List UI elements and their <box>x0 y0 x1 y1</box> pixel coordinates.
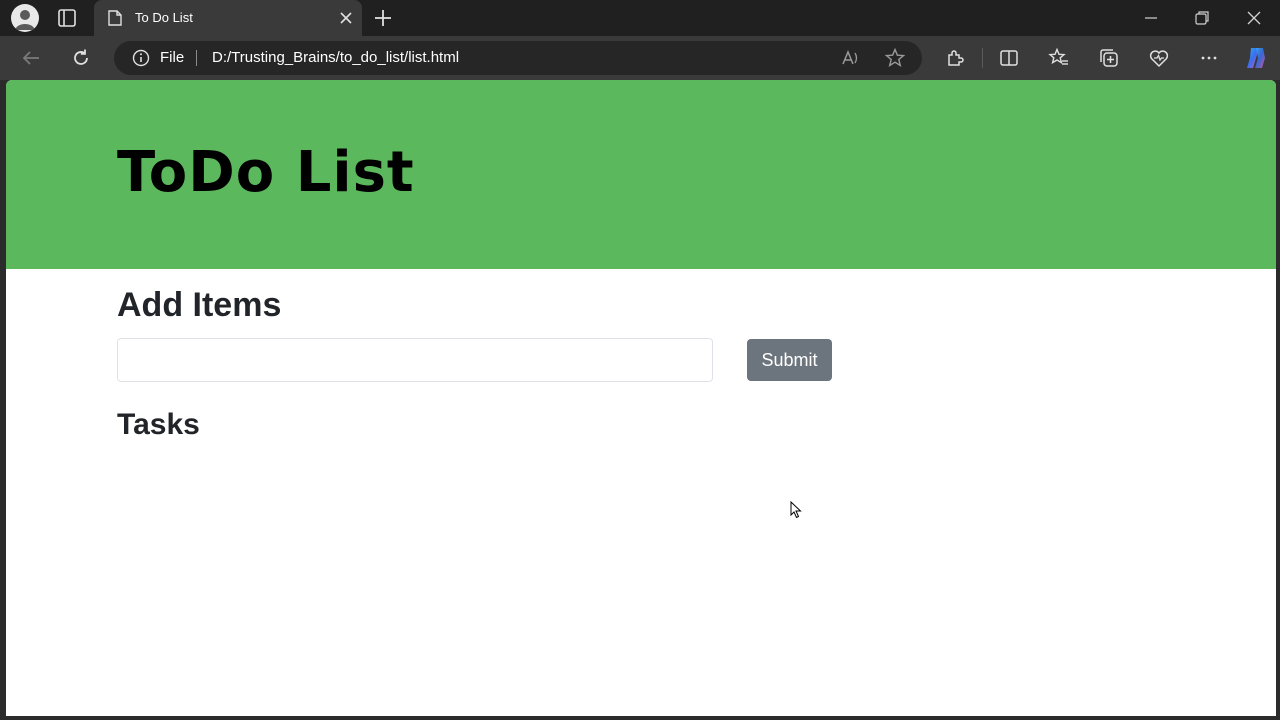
browser-toolbar: File D:/Trusting_Brains/to_do_list/list.… <box>0 36 1280 80</box>
site-info-icon[interactable] <box>132 49 150 67</box>
profile-avatar-icon[interactable] <box>11 4 39 32</box>
toolbar-divider <box>982 48 983 68</box>
tasks-heading: Tasks <box>117 408 200 441</box>
add-item-input[interactable] <box>117 338 713 382</box>
more-options-icon[interactable] <box>1198 47 1220 69</box>
back-arrow-icon[interactable] <box>20 47 42 69</box>
close-window-icon[interactable] <box>1244 8 1264 28</box>
address-divider <box>196 50 197 66</box>
close-tab-icon[interactable] <box>338 10 354 26</box>
extensions-icon[interactable] <box>944 47 966 69</box>
page-favicon-icon <box>108 10 122 26</box>
page-title: ToDo List <box>117 140 415 205</box>
refresh-icon[interactable] <box>70 47 92 69</box>
tab-title: To Do List <box>135 10 193 25</box>
mouse-cursor-icon <box>790 500 802 519</box>
address-bar[interactable]: File D:/Trusting_Brains/to_do_list/list.… <box>114 41 922 75</box>
browser-essentials-icon[interactable] <box>1148 47 1170 69</box>
collections-icon[interactable] <box>1098 47 1120 69</box>
new-tab-icon[interactable] <box>372 7 394 29</box>
submit-button[interactable]: Submit <box>747 339 832 381</box>
active-tab[interactable]: To Do List <box>94 0 362 36</box>
copilot-icon[interactable] <box>1243 45 1269 71</box>
url-text[interactable]: D:/Trusting_Brains/to_do_list/list.html <box>212 49 459 66</box>
read-aloud-icon[interactable] <box>840 47 862 69</box>
scheme-label: File <box>160 49 185 66</box>
tab-actions-icon[interactable] <box>56 7 78 29</box>
favorites-icon[interactable] <box>1048 47 1070 69</box>
header-banner: ToDo List <box>6 80 1276 269</box>
restore-icon[interactable] <box>1192 8 1212 28</box>
page-viewport: ToDo List Add Items Submit Tasks <box>6 80 1276 716</box>
minimize-icon[interactable] <box>1141 8 1161 28</box>
favorite-star-icon[interactable] <box>884 47 906 69</box>
split-screen-icon[interactable] <box>998 47 1020 69</box>
add-items-heading: Add Items <box>117 286 282 324</box>
tab-strip: To Do List <box>0 0 1280 36</box>
